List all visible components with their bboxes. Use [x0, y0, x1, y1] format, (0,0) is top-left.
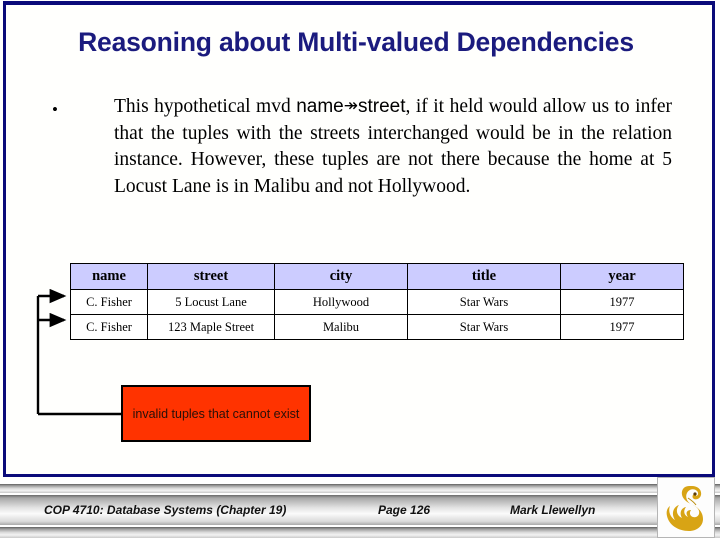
- invalid-tuples-callout: invalid tuples that cannot exist: [121, 385, 311, 442]
- cell-title: Star Wars: [407, 289, 561, 315]
- footer-band-bottom: [0, 527, 720, 538]
- column-header-year: year: [560, 263, 684, 290]
- pegasus-icon: [658, 478, 714, 537]
- column-header-street: street: [147, 263, 275, 290]
- table-header-row: name street city title year: [70, 263, 684, 290]
- table-row: C. Fisher 123 Maple Street Malibu Star W…: [70, 314, 684, 340]
- cell-street: 5 Locust Lane: [147, 289, 275, 315]
- footer-author-label: Mark Llewellyn: [510, 503, 596, 517]
- footer-band-top: [0, 484, 720, 493]
- column-header-name: name: [70, 263, 148, 290]
- cell-name: C. Fisher: [70, 314, 148, 340]
- cell-year: 1977: [560, 314, 684, 340]
- slide-footer: COP 4710: Database Systems (Chapter 19) …: [0, 484, 720, 540]
- cell-city: Hollywood: [274, 289, 408, 315]
- cell-year: 1977: [560, 289, 684, 315]
- cell-name: C. Fisher: [70, 289, 148, 315]
- presentation-slide: Reasoning about Multi-valued Dependencie…: [0, 0, 720, 540]
- column-header-title: title: [407, 263, 561, 290]
- cell-title: Star Wars: [407, 314, 561, 340]
- column-header-city: city: [274, 263, 408, 290]
- footer-text-row: COP 4710: Database Systems (Chapter 19) …: [0, 495, 660, 525]
- cell-street: 123 Maple Street: [147, 314, 275, 340]
- relation-instance-table: name street city title year C. Fisher 5 …: [70, 263, 684, 340]
- invalid-tuples-label: invalid tuples that cannot exist: [132, 406, 300, 421]
- table-row: C. Fisher 5 Locust Lane Hollywood Star W…: [70, 289, 684, 315]
- cell-city: Malibu: [274, 314, 408, 340]
- ucf-pegasus-logo: [657, 477, 715, 538]
- footer-course-label: COP 4710: Database Systems (Chapter 19): [44, 503, 287, 517]
- footer-page-number: Page 126: [378, 503, 431, 517]
